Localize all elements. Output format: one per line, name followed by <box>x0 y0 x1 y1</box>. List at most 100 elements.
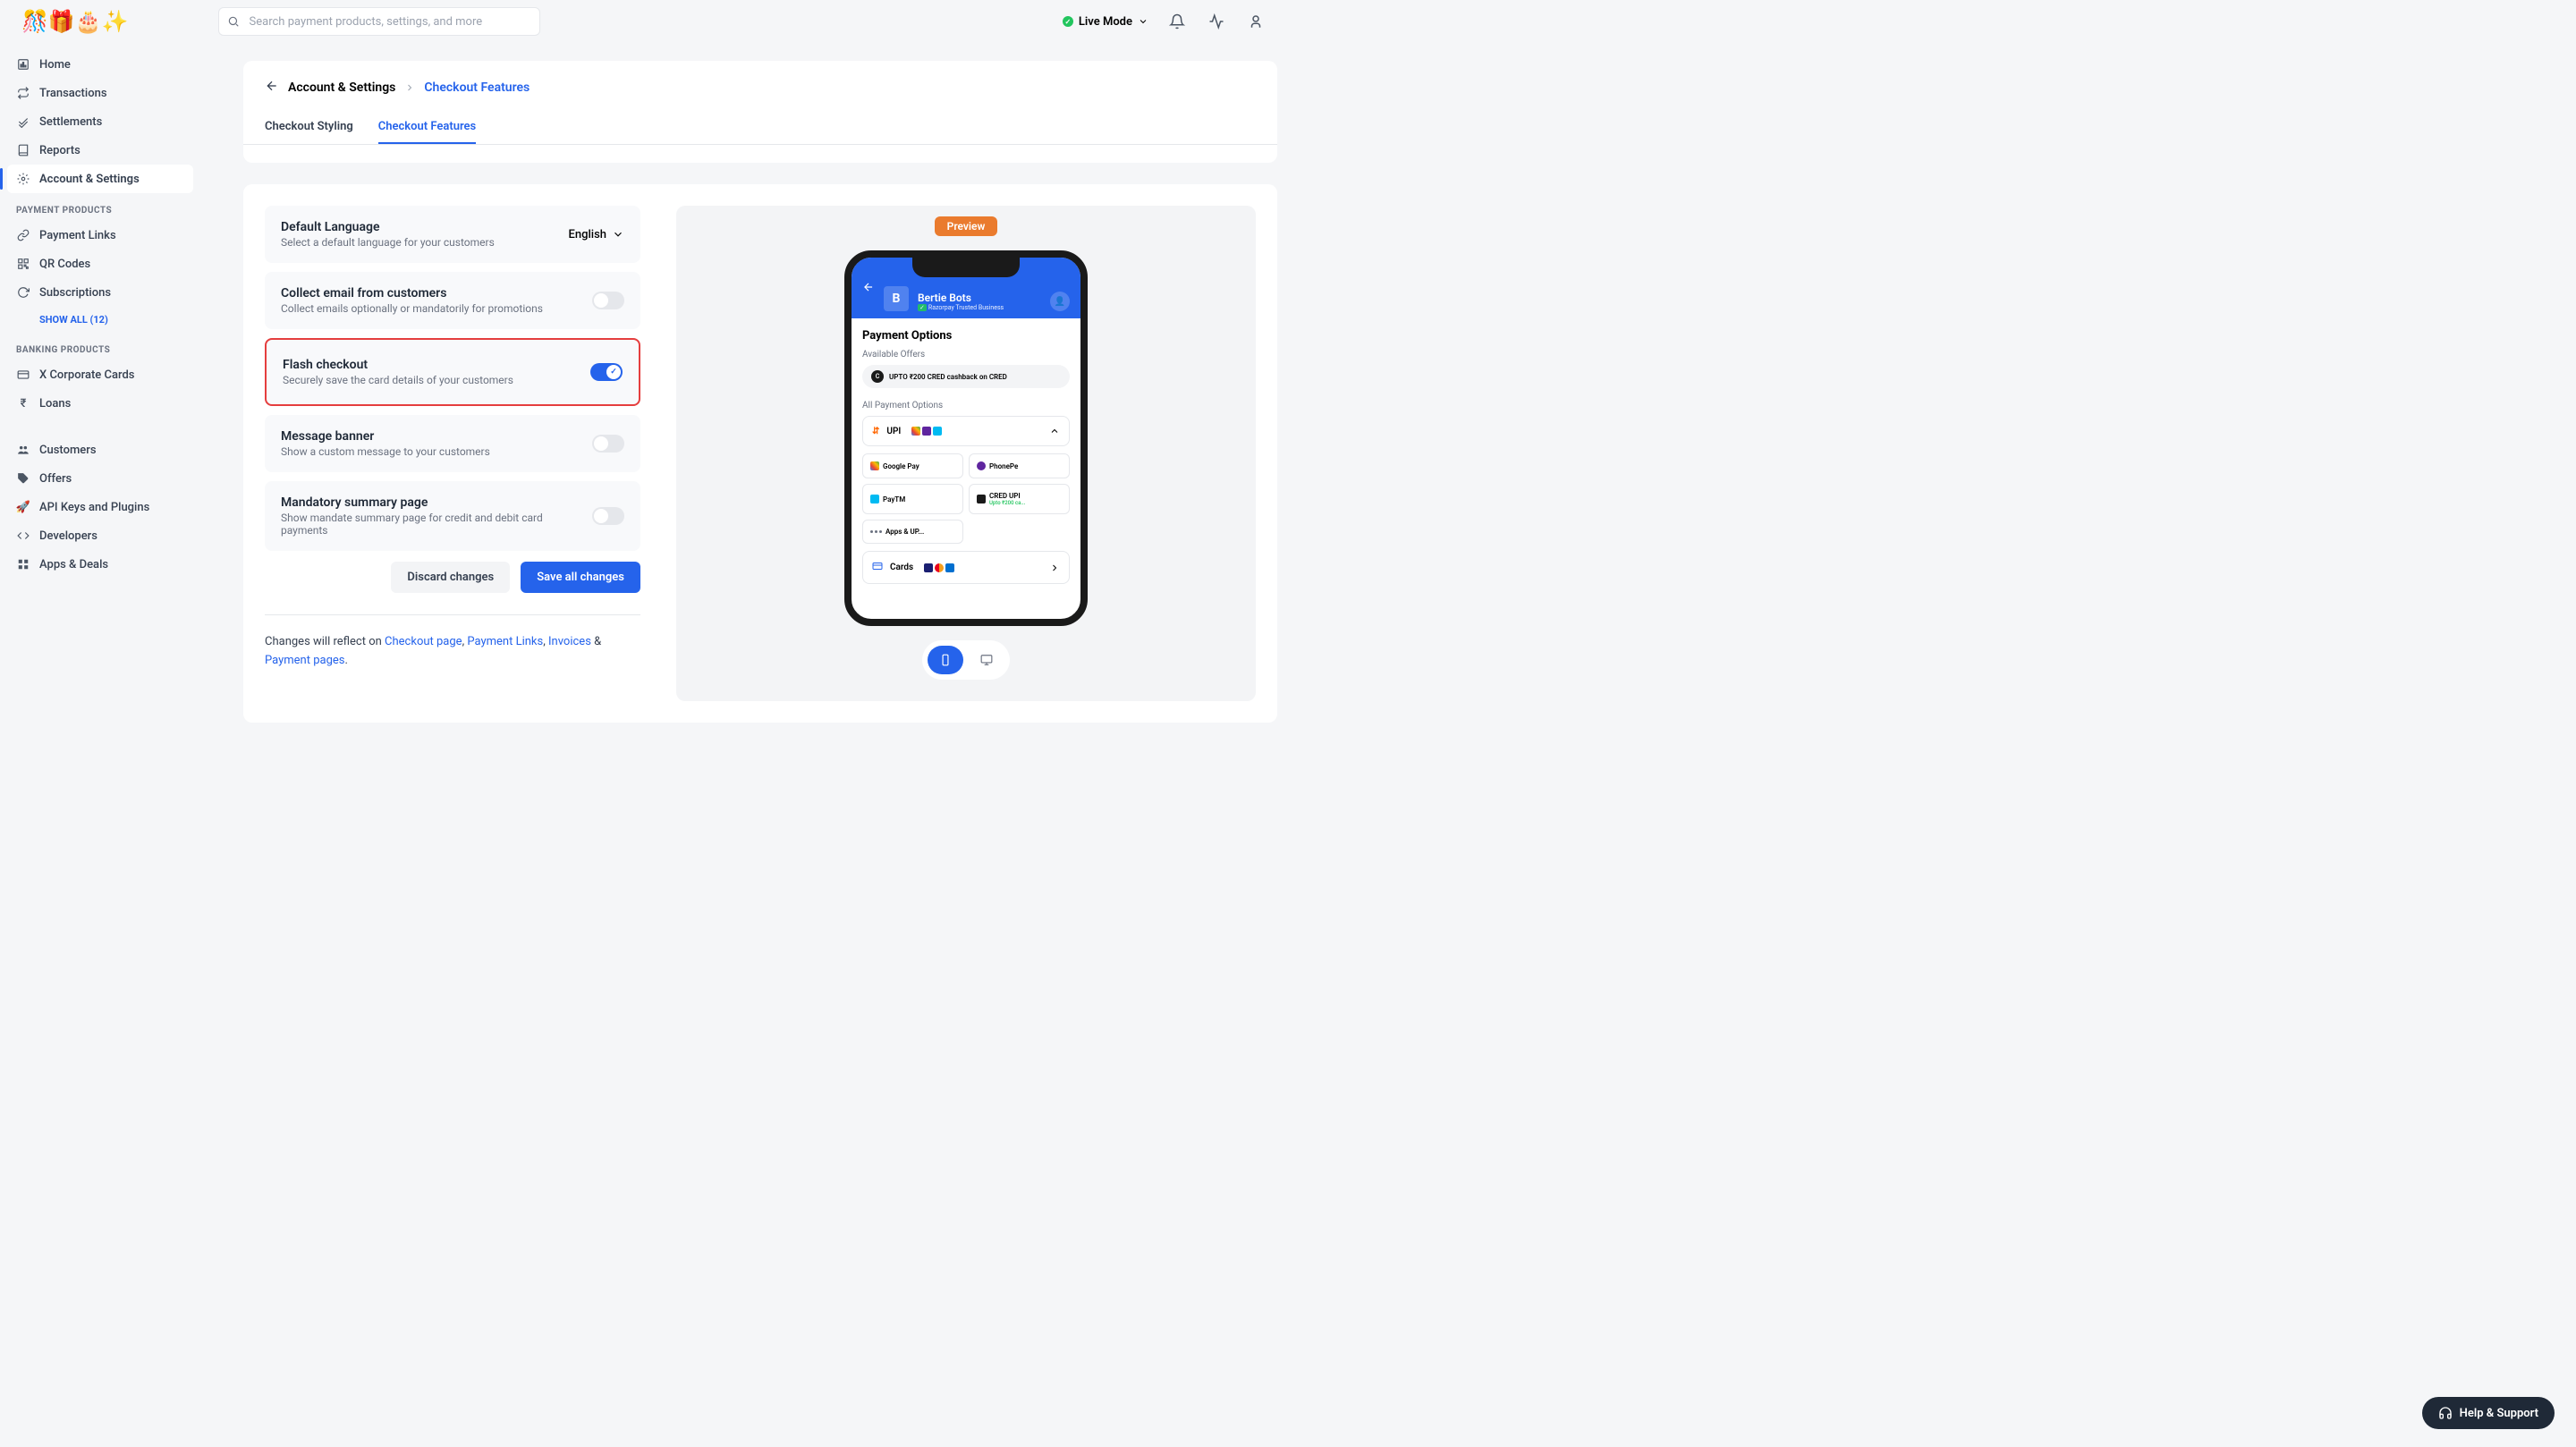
tab-checkout-styling[interactable]: Checkout Styling <box>265 111 353 144</box>
footer-text: Changes will reflect on <box>265 635 385 648</box>
setting-title: Mandatory summary page <box>281 495 578 510</box>
sidebar: Home Transactions Settlements Reports Ac… <box>0 43 200 724</box>
upi-label: UPI <box>886 427 901 436</box>
sidebar-item-settlements[interactable]: Settlements <box>7 107 193 136</box>
show-all-link[interactable]: SHOW ALL (12) <box>7 307 193 333</box>
trusted-badge: ✓Razorpay Trusted Business <box>918 304 1004 311</box>
breadcrumb-current: Checkout Features <box>424 80 530 95</box>
link-checkout-page[interactable]: Checkout page <box>385 635 462 648</box>
setting-desc: Show mandate summary page for credit and… <box>281 512 578 537</box>
sidebar-item-payment-links[interactable]: Payment Links <box>7 221 193 250</box>
gpay-icon <box>870 461 879 470</box>
cred-icon <box>977 495 986 503</box>
gpay-tile: Google Pay <box>862 453 963 478</box>
mobile-view-btn[interactable] <box>928 646 963 674</box>
setting-flash-checkout: Flash checkout Securely save the card de… <box>265 338 640 406</box>
footer-note: Changes will reflect on Checkout page, P… <box>265 614 640 671</box>
offer-pill: C UPTO ₹200 CRED cashback on CRED <box>862 365 1070 388</box>
live-mode-label: Live Mode <box>1079 15 1132 29</box>
setting-desc: Show a custom message to your customers <box>281 445 490 458</box>
sidebar-item-corporate-cards[interactable]: X Corporate Cards <box>7 360 193 389</box>
nav-label: API Keys and Plugins <box>39 501 149 514</box>
breadcrumb: Account & Settings Checkout Features <box>265 79 1256 97</box>
sidebar-item-transactions[interactable]: Transactions <box>7 79 193 107</box>
settlements-icon <box>16 114 30 129</box>
grid-icon <box>16 557 30 571</box>
cards-option: Cards <box>862 551 1070 584</box>
link-payment-links[interactable]: Payment Links <box>467 635 543 648</box>
tag-icon <box>16 471 30 486</box>
preview-panel: Preview B Bertie Bots ✓Razorpay Trusted … <box>676 206 1256 701</box>
notifications-icon[interactable] <box>1166 11 1188 32</box>
section-payment-products: PAYMENT PRODUCTS <box>7 193 193 221</box>
sidebar-item-offers[interactable]: Offers <box>7 464 193 493</box>
refresh-icon <box>16 285 30 300</box>
nav-label: Offers <box>39 472 72 486</box>
setting-title: Flash checkout <box>283 358 513 372</box>
phone-preview: B Bertie Bots ✓Razorpay Trusted Business… <box>844 250 1088 626</box>
chevron-up-icon <box>1049 426 1060 436</box>
toggle-flash-checkout[interactable] <box>590 363 623 381</box>
search-input[interactable] <box>218 7 540 36</box>
nav-label: Developers <box>39 529 97 543</box>
nav-label: Reports <box>39 144 80 157</box>
setting-collect-email: Collect email from customers Collect ema… <box>265 272 640 329</box>
phonepe-icon <box>977 461 986 470</box>
user-icon[interactable] <box>1245 11 1267 32</box>
toggle-collect-email[interactable] <box>592 292 624 309</box>
section-banking-products: BANKING PRODUCTS <box>7 333 193 360</box>
setting-desc: Collect emails optionally or mandatorily… <box>281 302 543 315</box>
setting-message-banner: Message banner Show a custom message to … <box>265 415 640 472</box>
upi-icon: ⇵ <box>872 427 879 436</box>
upi-option: ⇵ UPI <box>862 416 1070 446</box>
discard-button[interactable]: Discard changes <box>391 562 510 593</box>
nav-label: Payment Links <box>39 229 116 242</box>
breadcrumb-root[interactable]: Account & Settings <box>288 80 395 95</box>
sidebar-item-account[interactable]: Account & Settings <box>7 165 193 193</box>
language-dropdown[interactable]: English <box>569 228 625 241</box>
payment-options-title: Payment Options <box>862 329 1070 343</box>
sidebar-item-loans[interactable]: ₹Loans <box>7 389 193 418</box>
help-support-button[interactable]: Help & Support <box>2422 1397 2555 1429</box>
toggle-summary-page[interactable] <box>592 507 624 525</box>
sidebar-item-subscriptions[interactable]: Subscriptions <box>7 278 193 307</box>
sidebar-item-customers[interactable]: Customers <box>7 436 193 464</box>
sidebar-item-api[interactable]: 🚀 API Keys and Plugins <box>7 493 193 521</box>
setting-summary-page: Mandatory summary page Show mandate summ… <box>265 481 640 551</box>
back-button[interactable] <box>265 79 279 97</box>
help-label: Help & Support <box>2460 1407 2538 1420</box>
desktop-view-btn[interactable] <box>969 646 1004 674</box>
setting-title: Default Language <box>281 220 495 234</box>
back-arrow-icon <box>862 280 875 297</box>
chevron-down-icon <box>1138 16 1148 27</box>
activity-icon[interactable] <box>1206 11 1227 32</box>
view-toggle <box>922 640 1010 680</box>
toggle-message-banner[interactable] <box>592 435 624 453</box>
nav-label: X Corporate Cards <box>39 368 134 382</box>
tab-checkout-features[interactable]: Checkout Features <box>378 111 476 144</box>
apps-tile: Apps & UP... <box>862 520 963 544</box>
link-payment-pages[interactable]: Payment pages <box>265 654 344 667</box>
link-invoices[interactable]: Invoices <box>548 635 591 648</box>
nav-label: Loans <box>39 397 71 410</box>
setting-desc: Securely save the card details of your c… <box>283 374 513 386</box>
dropdown-value: English <box>569 228 607 241</box>
sidebar-item-developers[interactable]: Developers <box>7 521 193 550</box>
nav-label: Account & Settings <box>39 173 140 186</box>
setting-default-language: Default Language Select a default langua… <box>265 206 640 263</box>
setting-title: Message banner <box>281 429 490 444</box>
sidebar-item-qr[interactable]: QR Codes <box>7 250 193 278</box>
save-button[interactable]: Save all changes <box>521 562 640 593</box>
sidebar-item-apps[interactable]: Apps & Deals <box>7 550 193 579</box>
cred-icon: C <box>871 370 884 383</box>
cards-label: Cards <box>890 563 913 572</box>
sidebar-item-reports[interactable]: Reports <box>7 136 193 165</box>
phonepe-tile: PhonePe <box>969 453 1070 478</box>
cred-tile: CRED UPIUpto ₹200 ca... <box>969 484 1070 514</box>
sidebar-item-home[interactable]: Home <box>7 50 193 79</box>
paytm-tile: PayTM <box>862 484 963 514</box>
merchant-initial: B <box>884 286 909 311</box>
live-mode-toggle[interactable]: ✓ Live Mode <box>1063 15 1148 29</box>
preview-badge: Preview <box>935 216 998 236</box>
rocket-icon: 🚀 <box>16 500 30 514</box>
